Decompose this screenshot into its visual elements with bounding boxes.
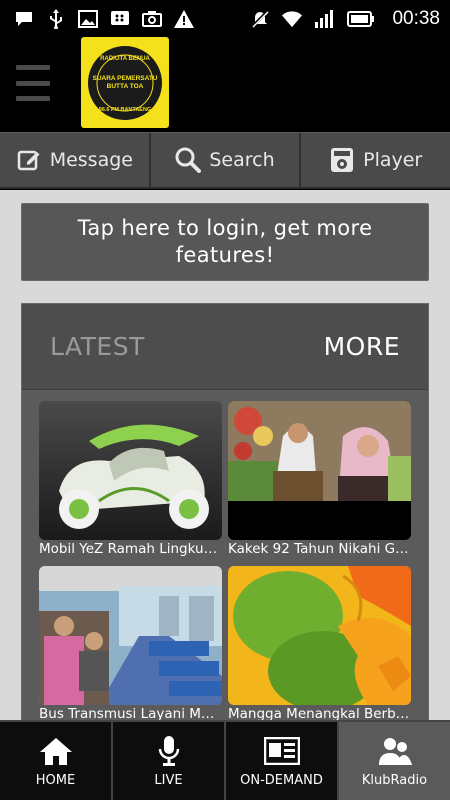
news-thumbnail (39, 566, 222, 705)
news-thumbnail (228, 566, 411, 705)
usb-icon (46, 8, 66, 29)
status-bar: 00:38 (0, 0, 450, 37)
nav-on-demand[interactable]: ON-DEMAND (226, 722, 339, 800)
bottom-navigation: HOME LIVE ON-DEMAND KlubRadio (0, 720, 450, 800)
home-icon (38, 735, 74, 767)
clock: 00:38 (392, 7, 440, 29)
warning-icon (174, 9, 194, 29)
svg-text:BUTTA TOA: BUTTA TOA (107, 83, 144, 90)
search-label: Search (209, 149, 275, 171)
latest-header: LATEST MORE (22, 304, 428, 390)
news-thumbnail (39, 401, 222, 540)
nav-on-demand-label: ON-DEMAND (240, 772, 323, 788)
nav-home-label: HOME (35, 772, 76, 788)
latest-title: LATEST (50, 332, 145, 361)
main-content: Tap here to login, get more features! LA… (0, 190, 450, 733)
mute-icon (250, 9, 270, 29)
menu-icon[interactable] (16, 65, 50, 101)
station-logo[interactable]: RADIOTA BENUA SUARA PEMERSATU BUTTA TOA … (81, 37, 169, 128)
latest-grid: Mobil YeZ Ramah Lingkungan Kakek 92 Tahu… (39, 401, 413, 731)
edit-icon (16, 147, 42, 173)
svg-text:RADIOTA BENUA: RADIOTA BENUA (100, 56, 150, 62)
news-card[interactable]: Mangga Menangkal Berbagai Penyakit (228, 566, 411, 731)
player-button[interactable]: Player (301, 133, 450, 187)
nav-home[interactable]: HOME (0, 722, 113, 800)
login-banner[interactable]: Tap here to login, get more features! (21, 203, 429, 281)
news-card[interactable]: Kakek 92 Tahun Nikahi Gadis (228, 401, 411, 566)
app-header: RADIOTA BENUA SUARA PEMERSATU BUTTA TOA … (0, 37, 450, 132)
search-button[interactable]: Search (150, 133, 302, 187)
news-card[interactable]: Bus Transmusi Layani Masyarakat (39, 566, 222, 731)
news-thumbnail (228, 401, 411, 540)
message-button[interactable]: Message (0, 133, 151, 187)
users-icon (377, 735, 413, 767)
news-card[interactable]: Mobil YeZ Ramah Lingkungan (39, 401, 222, 566)
more-button[interactable]: MORE (324, 332, 400, 361)
latest-panel: LATEST MORE Mobil YeZ Ramah Lingkungan K… (21, 303, 429, 733)
news-caption: Mobil YeZ Ramah Lingkungan (39, 541, 222, 557)
svg-text:SUARA PEMERSATU: SUARA PEMERSATU (92, 75, 157, 82)
player-label: Player (363, 149, 423, 171)
camera-icon (142, 9, 162, 29)
gallery-icon (78, 9, 98, 29)
news-caption: Kakek 92 Tahun Nikahi Gadis (228, 541, 411, 557)
message-label: Message (49, 149, 133, 171)
player-icon (329, 147, 355, 173)
on-demand-icon (263, 735, 300, 767)
nav-klubradio[interactable]: KlubRadio (339, 722, 450, 800)
nav-klubradio-label: KlubRadio (361, 772, 428, 788)
battery-icon (346, 9, 376, 29)
nav-live-label: LIVE (154, 772, 183, 788)
microphone-icon (151, 735, 187, 767)
wifi-icon (282, 9, 303, 29)
action-bar: Message Search Player (0, 132, 450, 189)
signal-icon (314, 9, 334, 29)
svg-text:96.6 FM BANTAENG: 96.6 FM BANTAENG (99, 107, 151, 113)
nav-live[interactable]: LIVE (113, 722, 226, 800)
search-icon (175, 147, 202, 173)
bbm-icon (110, 9, 130, 29)
chat-notification-icon (14, 9, 34, 29)
